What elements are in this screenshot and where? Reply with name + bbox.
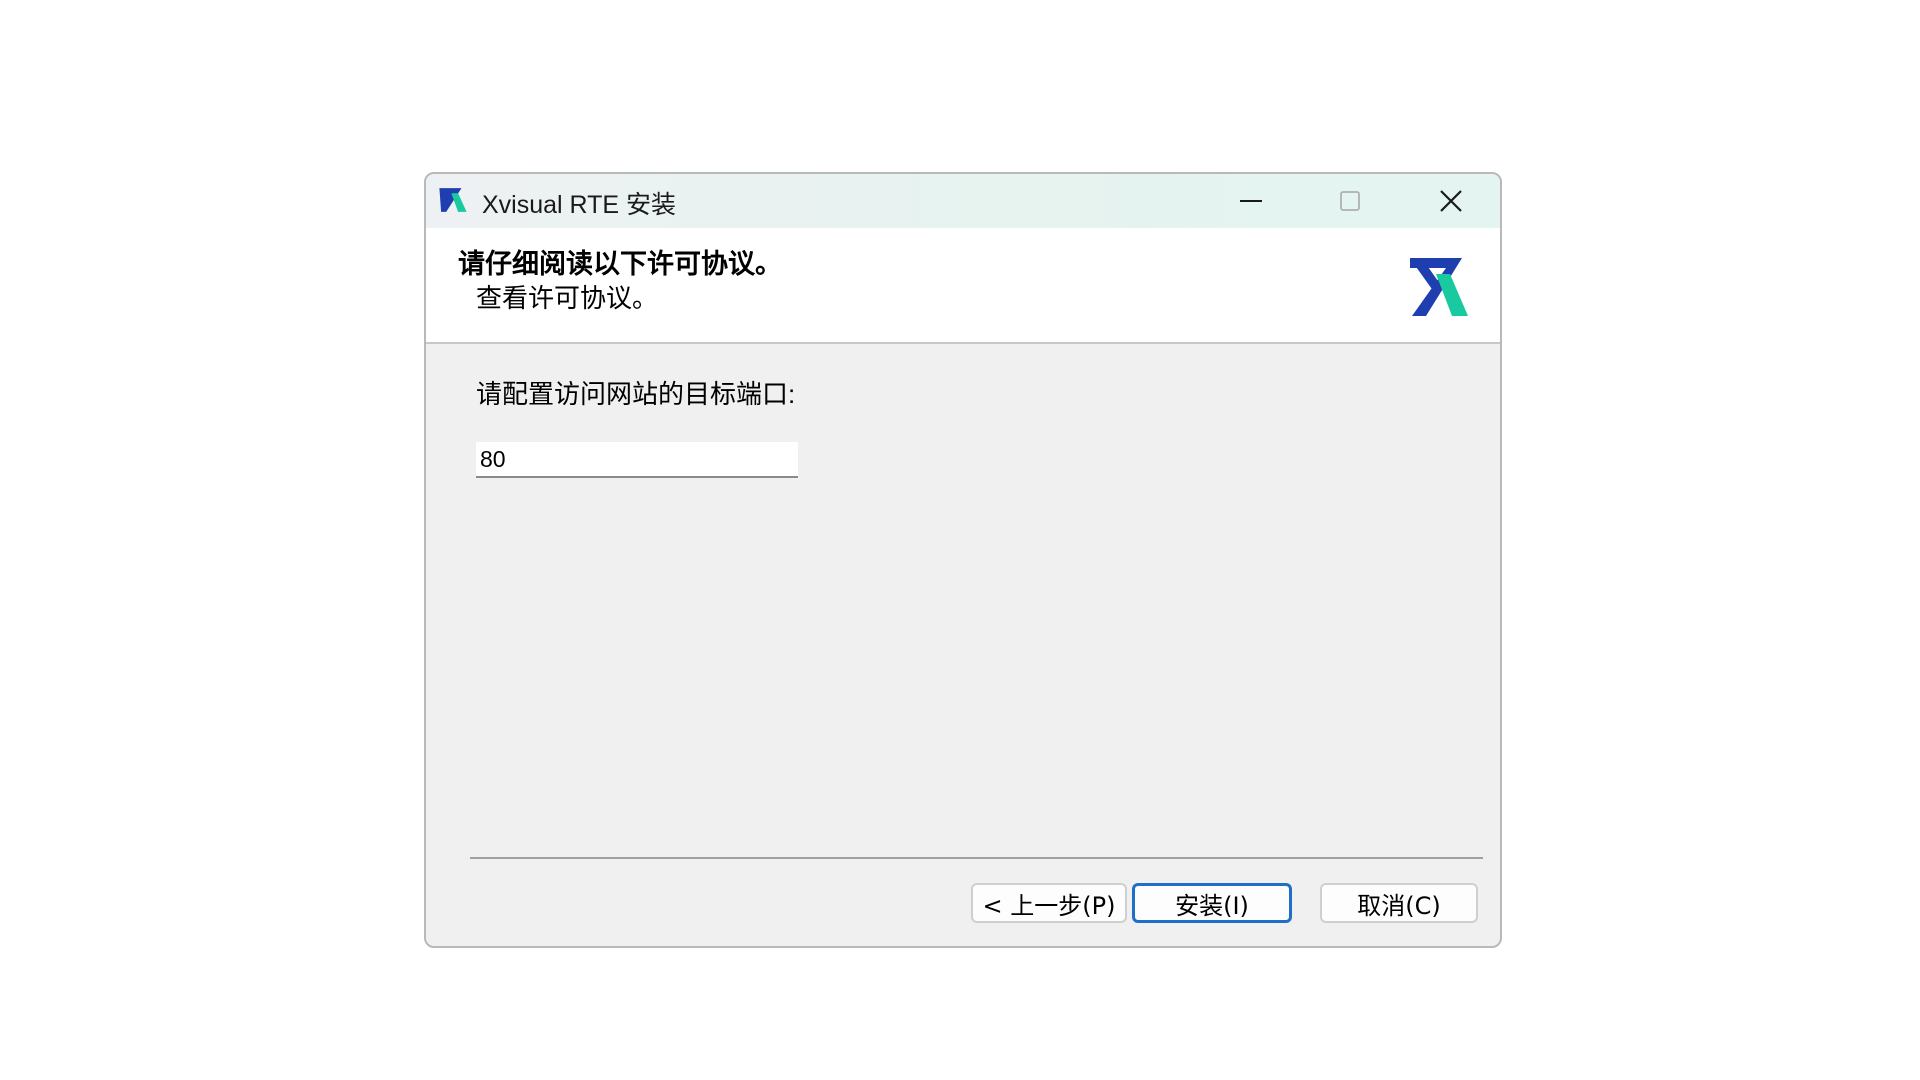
cancel-button[interactable]: 取消(C) — [1320, 883, 1478, 923]
xvisual-logo — [1410, 258, 1468, 316]
window-title: Xvisual RTE 安装 — [482, 191, 677, 219]
header-subtitle: 查看许可协议。 — [476, 283, 659, 313]
installer-window: Xvisual RTE 安装 请仔细阅读以下许可协议。 查看许可协议。 请配置访… — [424, 172, 1502, 948]
maximize-icon — [1340, 191, 1360, 211]
back-button[interactable]: < 上一步(P) — [971, 883, 1127, 923]
maximize-button[interactable] — [1300, 174, 1400, 228]
install-button[interactable]: 安装(I) — [1132, 883, 1292, 923]
port-input[interactable] — [476, 442, 798, 478]
footer-divider — [470, 857, 1483, 859]
close-icon — [1440, 190, 1462, 212]
minimize-button[interactable] — [1201, 174, 1301, 228]
close-button[interactable] — [1401, 174, 1500, 228]
wizard-header: 请仔细阅读以下许可协议。 查看许可协议。 — [426, 228, 1500, 344]
port-prompt-label: 请配置访问网站的目标端口: — [476, 379, 796, 409]
title-bar[interactable]: Xvisual RTE 安装 — [426, 174, 1500, 228]
header-title: 请仔细阅读以下许可协议。 — [458, 249, 782, 279]
xvisual-logo-icon — [439, 188, 467, 212]
minimize-icon — [1240, 200, 1262, 202]
